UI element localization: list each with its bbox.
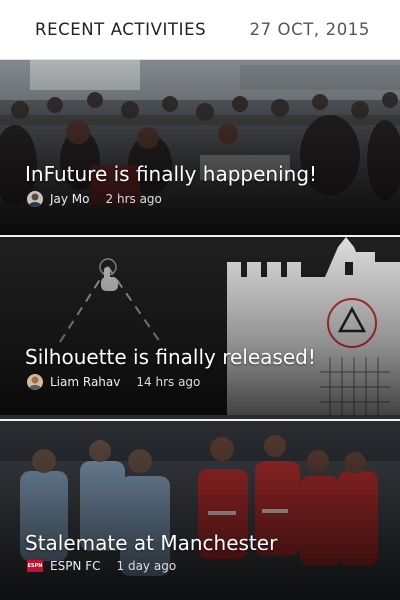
- author-name[interactable]: Jay Mo: [50, 192, 90, 206]
- user-avatar[interactable]: [27, 374, 43, 390]
- activity-title[interactable]: Silhouette is finally released!: [25, 345, 316, 369]
- timestamp: 1 day ago: [116, 559, 177, 573]
- page-title: RECENT ACTIVITIES: [35, 20, 207, 39]
- activity-meta: ESPN ESPN FC 1 day ago: [27, 559, 176, 573]
- header-date: 27 OCT, 2015: [249, 20, 370, 39]
- activity-title[interactable]: Stalemate at Manchester: [25, 531, 277, 555]
- activity-card-silhouette[interactable]: Silhouette is finally released! Liam Rah…: [0, 237, 400, 415]
- app-header: RECENT ACTIVITIES 27 OCT, 2015: [0, 0, 400, 60]
- activity-meta: Jay Mo 2 hrs ago: [27, 191, 162, 207]
- activity-meta: Liam Rahav 14 hrs ago: [27, 374, 200, 390]
- user-avatar[interactable]: [27, 191, 43, 207]
- espn-logo-icon[interactable]: ESPN: [27, 560, 43, 572]
- author-name[interactable]: Liam Rahav: [50, 375, 120, 389]
- timestamp: 14 hrs ago: [136, 375, 201, 389]
- timestamp: 2 hrs ago: [105, 192, 162, 206]
- activity-card-manchester[interactable]: Stalemate at Manchester ESPN ESPN FC 1 d…: [0, 421, 400, 600]
- activity-card-infuture[interactable]: InFuture is finally happening! Jay Mo 2 …: [0, 60, 400, 238]
- activity-title[interactable]: InFuture is finally happening!: [25, 162, 317, 186]
- author-name[interactable]: ESPN FC: [50, 559, 101, 573]
